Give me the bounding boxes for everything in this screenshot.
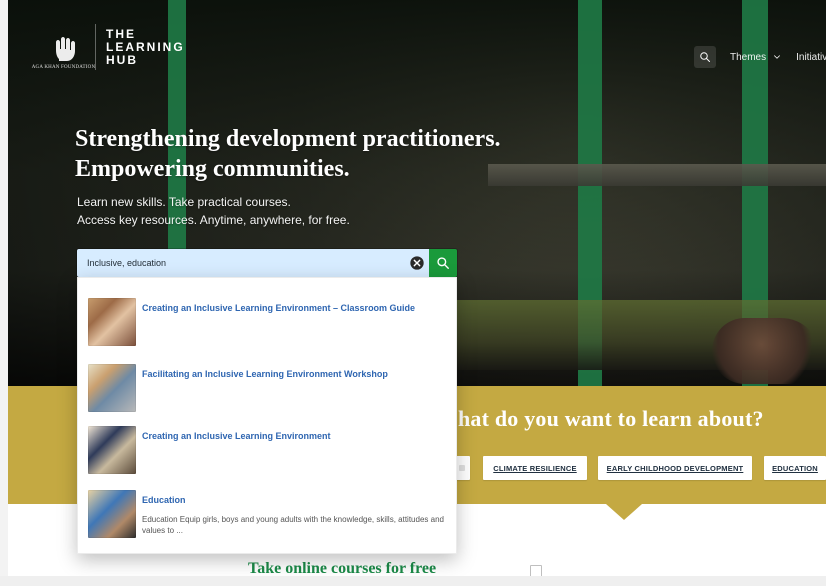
hero-subtext-line-2: Access key resources. Anytime, anywhere,…	[77, 213, 350, 227]
result-description: Education Equip girls, boys and young ad…	[142, 515, 444, 535]
search-icon-button[interactable]	[694, 46, 716, 68]
category-early-childhood-development[interactable]: EARLY CHILDHOOD DEVELOPMENT	[598, 456, 752, 480]
search-input[interactable]	[77, 249, 429, 277]
hero-subtext: Learn new skills. Take practical courses…	[77, 193, 497, 229]
result-thumbnail	[88, 426, 136, 474]
learn-title: hat do you want to learn about?	[458, 406, 764, 431]
result-title-link[interactable]: Creating an Inclusive Learning Environme…	[142, 431, 331, 441]
search-result[interactable]: Creating an Inclusive Learning Environme…	[88, 298, 448, 346]
search-icon	[437, 257, 449, 269]
top-nav: Themes Initiativ	[694, 46, 826, 68]
result-text: Creating an Inclusive Learning Environme…	[142, 426, 448, 474]
band-notch	[606, 504, 642, 520]
hub-line-2: LEARNING	[106, 39, 185, 54]
learning-hub-title: THE LEARNING HUB	[106, 26, 185, 67]
result-text: Facilitating an Inclusive Learning Envir…	[142, 364, 448, 412]
result-title-link[interactable]: Creating an Inclusive Learning Environme…	[142, 303, 415, 313]
nav-initiatives[interactable]: Initiativ	[796, 52, 826, 63]
category-label: EDUCATION	[772, 463, 818, 473]
hub-line-3: HUB	[106, 52, 138, 67]
search-results-dropdown: Creating an Inclusive Learning Environme…	[77, 277, 457, 554]
result-title-link[interactable]: Education	[142, 495, 186, 505]
nav-initiatives-label: Initiativ	[796, 51, 826, 63]
result-title-link[interactable]: Facilitating an Inclusive Learning Envir…	[142, 369, 388, 379]
nav-themes-label: Themes	[730, 51, 767, 63]
aga-khan-foundation-logo: AGA KHAN FOUNDATION	[32, 24, 96, 70]
hub-line-1: THE	[106, 26, 136, 41]
hero-headline-line-2: Empowering communities.	[75, 156, 350, 182]
result-thumbnail	[88, 490, 136, 538]
result-text: Creating an Inclusive Learning Environme…	[142, 298, 448, 346]
search-result[interactable]: Education Education Equip girls, boys an…	[88, 490, 448, 538]
search-bar	[77, 249, 457, 277]
close-circle-icon	[410, 256, 424, 270]
hero-headline: Strengthening development practitioners.…	[75, 124, 675, 184]
result-thumbnail	[88, 364, 136, 412]
search-submit-button[interactable]	[429, 249, 457, 277]
chevron-down-icon	[774, 55, 781, 59]
akf-text: AGA KHAN FOUNDATION	[31, 65, 96, 70]
result-text: Education Education Equip girls, boys an…	[142, 490, 448, 538]
hero-subtext-line-1: Learn new skills. Take practical courses…	[77, 195, 291, 209]
hero-headline-line-1: Strengthening development practitioners.	[75, 126, 501, 152]
page-frame: AGA KHAN FOUNDATION THE LEARNING HUB The…	[8, 0, 826, 586]
category-education[interactable]: EDUCATION	[764, 456, 826, 480]
bottom-edge-bar	[0, 576, 826, 586]
clear-search-button[interactable]	[407, 253, 427, 273]
category-label: CLIMATE RESILIENCE	[493, 463, 577, 473]
category-label: EARLY CHILDHOOD DEVELOPMENT	[606, 463, 744, 473]
search-result[interactable]: Creating an Inclusive Learning Environme…	[88, 426, 448, 474]
pill-partial-icon	[459, 465, 465, 471]
category-climate-resilience[interactable]: CLIMATE RESILIENCE	[483, 456, 587, 480]
result-thumbnail	[88, 298, 136, 346]
brand[interactable]: AGA KHAN FOUNDATION THE LEARNING HUB	[32, 24, 185, 70]
nav-themes[interactable]: Themes	[730, 52, 782, 63]
search-result[interactable]: Facilitating an Inclusive Learning Envir…	[88, 364, 448, 412]
hand-image	[712, 318, 822, 384]
hand-logo-icon	[55, 37, 75, 61]
search-icon	[700, 52, 710, 62]
